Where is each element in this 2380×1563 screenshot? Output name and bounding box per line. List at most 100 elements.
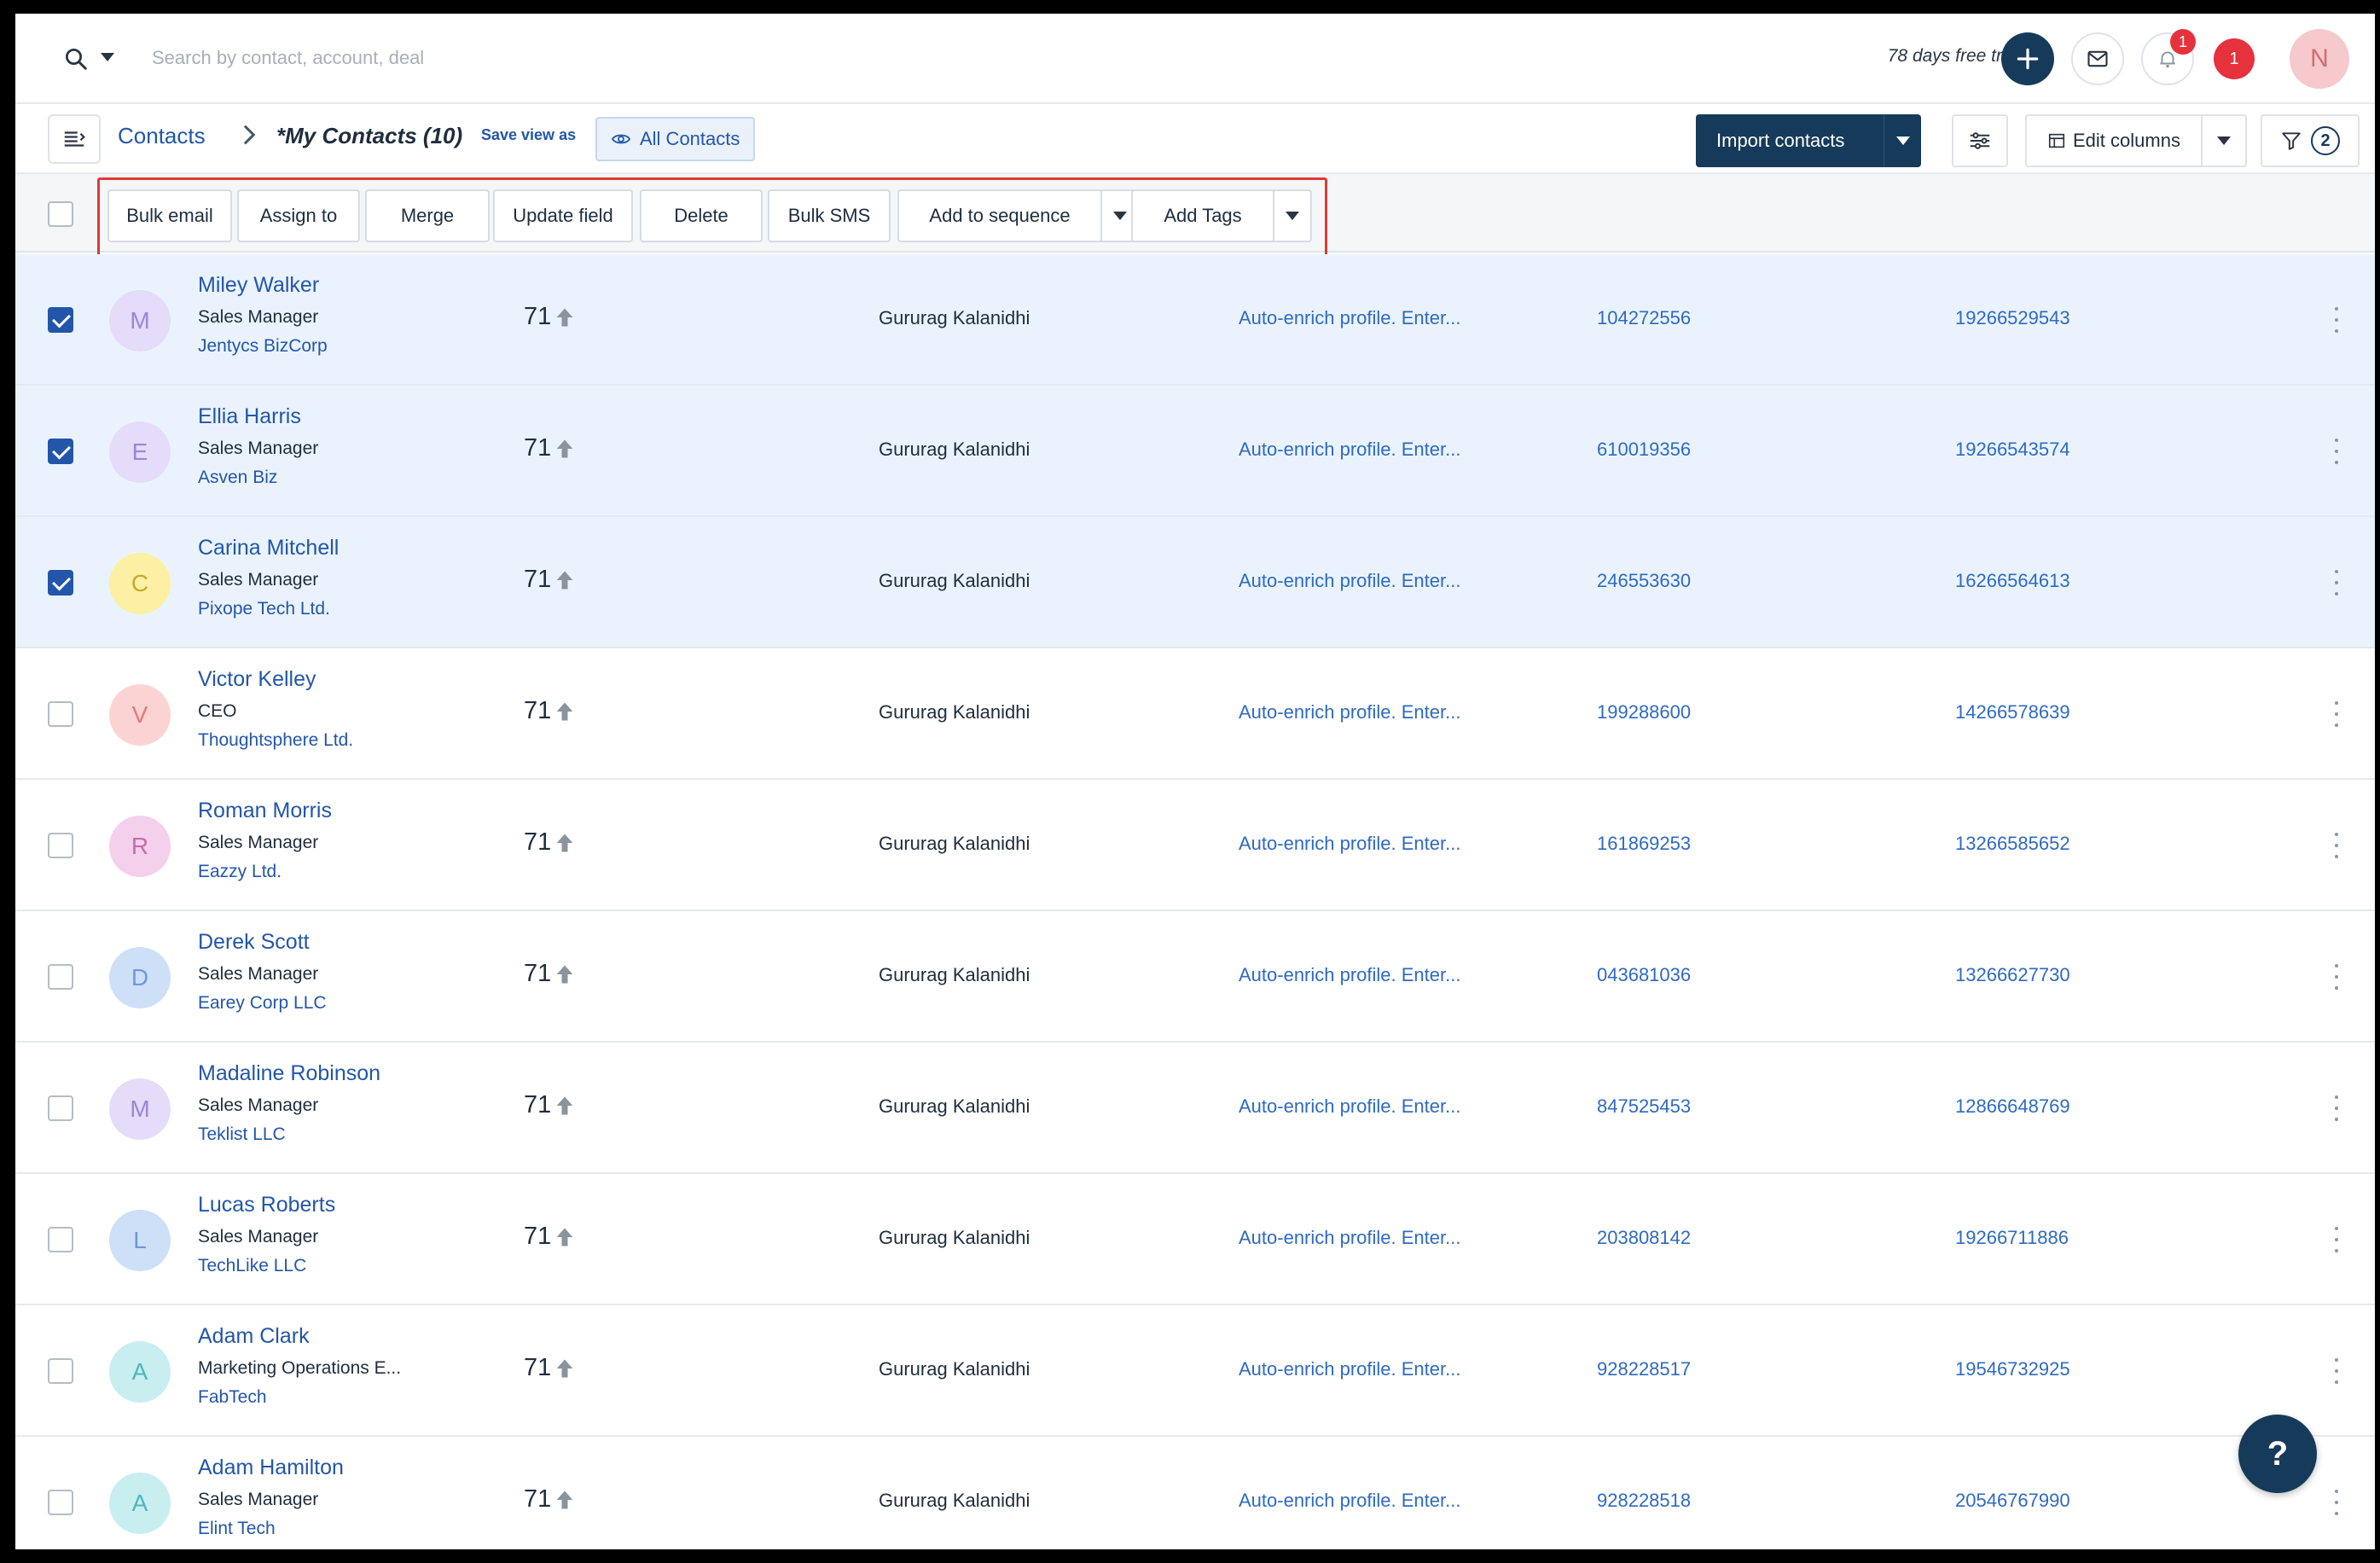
merge-button[interactable]: Merge	[365, 189, 490, 242]
help-button[interactable]: ?	[2238, 1415, 2317, 1493]
sidebar-toggle-button[interactable]	[48, 114, 101, 164]
row-select-checkbox[interactable]	[48, 1358, 73, 1384]
user-avatar[interactable]: N	[2290, 29, 2349, 89]
contact-company-link[interactable]: Elint Tech	[198, 1519, 276, 1539]
bulk-email-button[interactable]: Bulk email	[107, 189, 232, 242]
table-row[interactable]: R Roman Morris Sales Manager Eazzy Ltd. 71 Gu…	[15, 780, 2375, 911]
work-phone-link[interactable]: 928228518	[1597, 1490, 1691, 1512]
auto-enrich-link[interactable]: Auto-enrich profile. Enter...	[1239, 701, 1460, 723]
work-phone-link[interactable]: 928228517	[1597, 1358, 1691, 1380]
contact-company-link[interactable]: Jentycs BizCorp	[198, 336, 328, 357]
import-options-dropdown[interactable]	[1884, 114, 1921, 167]
table-row[interactable]: V Victor Kelley CEO Thoughtsphere Ltd. 71 Gur…	[15, 648, 2375, 780]
add-tags-dropdown[interactable]	[1273, 191, 1310, 241]
row-more-options-icon[interactable]	[2332, 833, 2341, 858]
row-select-checkbox[interactable]	[48, 439, 73, 464]
select-all-checkbox[interactable]	[48, 201, 73, 227]
auto-enrich-link[interactable]: Auto-enrich profile. Enter...	[1239, 1358, 1460, 1380]
mobile-phone-link[interactable]: 20546767990	[1955, 1490, 2070, 1512]
table-row[interactable]: E Ellia Harris Sales Manager Asven Biz 71 Gur…	[15, 386, 2375, 517]
work-phone-link[interactable]: 203808142	[1597, 1227, 1691, 1249]
contact-company-link[interactable]: Eazzy Ltd.	[198, 862, 282, 882]
auto-enrich-link[interactable]: Auto-enrich profile. Enter...	[1239, 1490, 1460, 1512]
row-more-options-icon[interactable]	[2332, 570, 2341, 596]
table-row[interactable]: M Madaline Robinson Sales Manager Teklist L…	[15, 1043, 2375, 1174]
bulk-sms-button[interactable]: Bulk SMS	[768, 189, 891, 242]
contact-company-link[interactable]: Asven Biz	[198, 468, 277, 488]
mobile-phone-link[interactable]: 13266627730	[1955, 964, 2070, 986]
mobile-phone-link[interactable]: 14266578639	[1955, 701, 2070, 723]
row-more-options-icon[interactable]	[2332, 1095, 2341, 1121]
add-tags-button[interactable]: Add Tags	[1131, 189, 1312, 242]
auto-enrich-link[interactable]: Auto-enrich profile. Enter...	[1239, 964, 1460, 986]
row-more-options-icon[interactable]	[2332, 439, 2341, 464]
delete-button[interactable]: Delete	[640, 189, 763, 242]
work-phone-link[interactable]: 610019356	[1597, 439, 1691, 461]
row-more-options-icon[interactable]	[2332, 1358, 2341, 1384]
import-contacts-button[interactable]: Import contacts	[1696, 114, 1921, 167]
work-phone-link[interactable]: 246553630	[1597, 570, 1691, 592]
work-phone-link[interactable]: 847525453	[1597, 1095, 1691, 1118]
quick-add-button[interactable]	[2001, 32, 2054, 85]
save-view-as-link[interactable]: Save view as	[481, 126, 576, 144]
row-select-checkbox[interactable]	[48, 1227, 73, 1252]
search-icon[interactable]	[63, 46, 89, 72]
row-more-options-icon[interactable]	[2332, 1227, 2341, 1252]
view-settings-button[interactable]	[1952, 114, 2008, 167]
contact-name-link[interactable]: Miley Walker	[198, 273, 319, 298]
work-phone-link[interactable]: 104272556	[1597, 307, 1691, 329]
row-select-checkbox[interactable]	[48, 570, 73, 596]
update-field-button[interactable]: Update field	[493, 189, 633, 242]
mobile-phone-link[interactable]: 16266564613	[1955, 570, 2070, 592]
row-select-checkbox[interactable]	[48, 307, 73, 333]
contact-name-link[interactable]: Adam Clark	[198, 1324, 310, 1349]
all-contacts-button[interactable]: All Contacts	[595, 117, 756, 161]
contact-company-link[interactable]: Thoughtsphere Ltd.	[198, 730, 353, 751]
mobile-phone-link[interactable]: 19266543574	[1955, 439, 2070, 461]
contact-company-link[interactable]: Teklist LLC	[198, 1124, 286, 1145]
auto-enrich-link[interactable]: Auto-enrich profile. Enter...	[1239, 833, 1460, 855]
breadcrumb-contacts-link[interactable]: Contacts	[118, 123, 206, 149]
edit-columns-dropdown[interactable]	[2201, 116, 2245, 166]
row-select-checkbox[interactable]	[48, 701, 73, 727]
auto-enrich-link[interactable]: Auto-enrich profile. Enter...	[1239, 1095, 1460, 1118]
contact-name-link[interactable]: Madaline Robinson	[198, 1061, 380, 1086]
work-phone-link[interactable]: 043681036	[1597, 964, 1691, 986]
row-more-options-icon[interactable]	[2332, 964, 2341, 990]
contact-name-link[interactable]: Ellia Harris	[198, 404, 301, 429]
contact-name-link[interactable]: Derek Scott	[198, 930, 310, 955]
table-row[interactable]: D Derek Scott Sales Manager Earey Corp LLC 7…	[15, 911, 2375, 1043]
row-select-checkbox[interactable]	[48, 833, 73, 858]
row-more-options-icon[interactable]	[2332, 1490, 2341, 1515]
edit-columns-button[interactable]: Edit columns	[2025, 114, 2247, 167]
row-select-checkbox[interactable]	[48, 1095, 73, 1121]
contact-company-link[interactable]: TechLike LLC	[198, 1256, 306, 1276]
table-row[interactable]: M Miley Walker Sales Manager Jentycs BizCor…	[15, 254, 2375, 386]
contact-name-link[interactable]: Roman Morris	[198, 799, 332, 823]
auto-enrich-link[interactable]: Auto-enrich profile. Enter...	[1239, 570, 1460, 592]
auto-enrich-link[interactable]: Auto-enrich profile. Enter...	[1239, 1227, 1460, 1249]
contact-name-link[interactable]: Lucas Roberts	[198, 1193, 335, 1217]
mobile-phone-link[interactable]: 13266585652	[1955, 833, 2070, 855]
table-row[interactable]: L Lucas Roberts Sales Manager TechLike LLC 7…	[15, 1174, 2375, 1305]
mobile-phone-link[interactable]: 19546732925	[1955, 1358, 2070, 1380]
row-select-checkbox[interactable]	[48, 964, 73, 990]
table-row[interactable]: A Adam Hamilton Sales Manager Elint Tech 71 G…	[15, 1437, 2375, 1549]
mobile-phone-link[interactable]: 12866648769	[1955, 1095, 2070, 1118]
contact-company-link[interactable]: FabTech	[198, 1387, 267, 1408]
search-scope-dropdown[interactable]	[101, 53, 114, 61]
auto-enrich-link[interactable]: Auto-enrich profile. Enter...	[1239, 307, 1460, 329]
work-phone-link[interactable]: 161869253	[1597, 833, 1691, 855]
assign-to-button[interactable]: Assign to	[237, 189, 360, 242]
alerts-button[interactable]: 1	[2141, 29, 2196, 85]
search-input[interactable]	[152, 39, 1175, 77]
contact-name-link[interactable]: Adam Hamilton	[198, 1456, 344, 1480]
email-button[interactable]	[2071, 32, 2124, 85]
contact-company-link[interactable]: Pixope Tech Ltd.	[198, 599, 330, 619]
row-more-options-icon[interactable]	[2332, 701, 2341, 727]
contact-name-link[interactable]: Victor Kelley	[198, 667, 316, 692]
notifications-button[interactable]: 1	[2208, 32, 2261, 85]
contact-name-link[interactable]: Carina Mitchell	[198, 536, 339, 561]
contact-company-link[interactable]: Earey Corp LLC	[198, 993, 327, 1014]
mobile-phone-link[interactable]: 19266529543	[1955, 307, 2070, 329]
